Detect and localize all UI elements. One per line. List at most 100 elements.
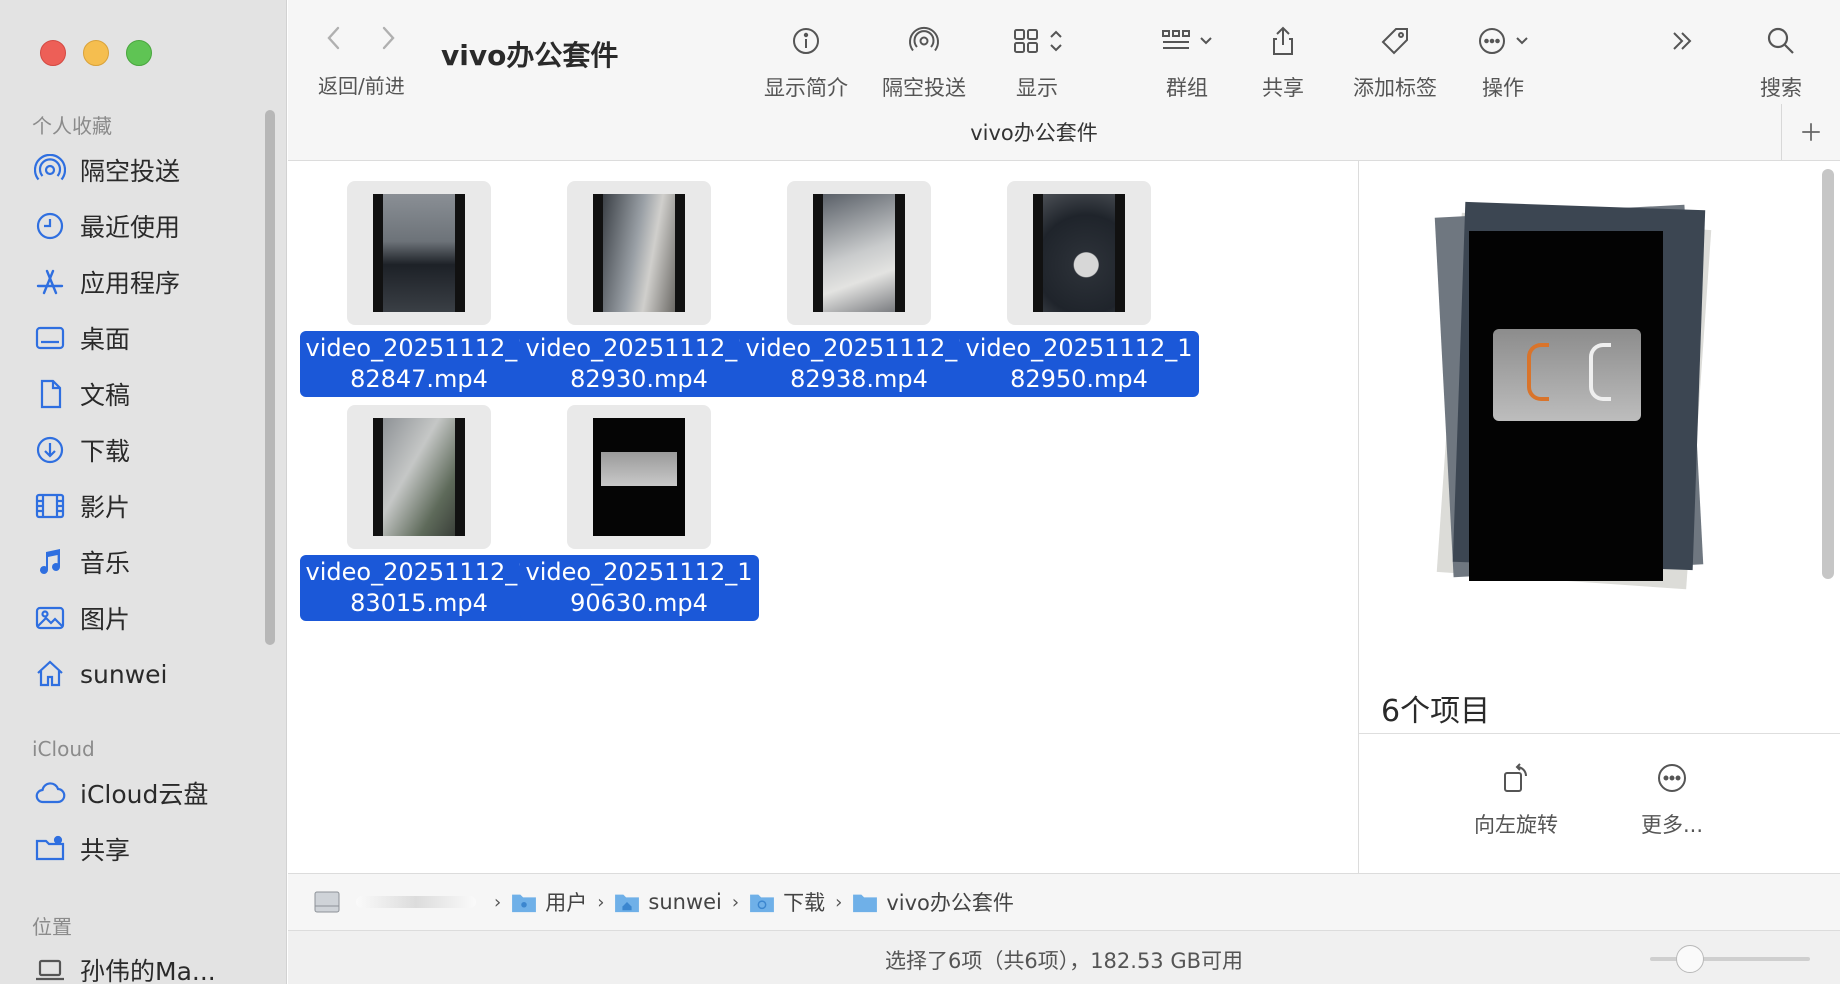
- document-icon: [40, 379, 62, 409]
- group-button[interactable]: 群组: [1160, 22, 1214, 102]
- file-item[interactable]: video_20251112_1 83015.mp4: [299, 405, 539, 621]
- folder-icon: [512, 894, 537, 913]
- zoom-button[interactable]: [126, 40, 152, 66]
- search-icon: [1767, 27, 1794, 54]
- toolbar: 返回/前进 vivo办公套件 显示简介 隔空投送 显示 群组 共享 添加标签 操…: [288, 0, 1840, 161]
- more-icon: [1479, 28, 1505, 54]
- film-icon: [35, 493, 65, 519]
- video-thumbnail: [567, 405, 711, 549]
- sidebar-item-label: 图片: [80, 605, 131, 634]
- sidebar-item-label: 文稿: [80, 381, 131, 410]
- tab-title: vivo办公套件: [970, 121, 1098, 145]
- airdrop-button[interactable]: 隔空投送: [882, 22, 966, 102]
- home-icon: [37, 660, 63, 687]
- file-item[interactable]: video_20251112_1 90630.mp4: [519, 405, 759, 621]
- sidebar-item-documents[interactable]: 文稿: [34, 374, 130, 414]
- file-item[interactable]: video_20251112_1 82930.mp4: [519, 181, 759, 397]
- shared-folder-icon: [35, 835, 65, 861]
- toolbar-overflow-button[interactable]: [1666, 22, 1698, 60]
- breadcrumb-sunwei[interactable]: sunwei: [614, 890, 722, 914]
- sidebar-item-airdrop[interactable]: 隔空投送: [34, 150, 180, 190]
- back-forward-group: 返回/前进: [318, 22, 428, 99]
- sidebar-item-applications[interactable]: 应用程序: [34, 262, 180, 302]
- more-button[interactable]: 更多...: [1641, 761, 1703, 839]
- divider: [1359, 733, 1840, 734]
- download-icon: [36, 436, 64, 464]
- file-name: video_20251112_1 90630.mp4: [519, 555, 759, 621]
- disk-icon[interactable]: [312, 887, 342, 917]
- finder-window: 个人收藏 隔空投送 最近使用 应用程序 桌面 文稿 下载 影片 音乐 图片 su…: [0, 0, 1840, 984]
- sidebar-item-movies[interactable]: 影片: [34, 486, 130, 526]
- path-bar: › 用户 › sunwei › 下载 › vivo办公套件: [288, 873, 1840, 930]
- sidebar-item-icloud-drive[interactable]: iCloud云盘: [34, 773, 208, 813]
- chevron-down-icon: [1200, 37, 1212, 45]
- cloud-icon: [35, 782, 66, 804]
- photo-icon: [35, 606, 65, 630]
- close-button[interactable]: [40, 40, 66, 66]
- disk-name-redacted: [356, 896, 476, 908]
- plus-icon: [1802, 123, 1820, 141]
- sidebar-item-recents[interactable]: 最近使用: [34, 206, 180, 246]
- video-thumbnail: [347, 405, 491, 549]
- window-title: vivo办公套件: [441, 39, 619, 72]
- sidebar-item-shared[interactable]: 共享: [34, 829, 130, 869]
- info-icon: [793, 28, 819, 54]
- airdrop-icon: [909, 26, 939, 52]
- chevron-right-icon[interactable]: [376, 22, 400, 54]
- action-button[interactable]: 操作: [1476, 22, 1530, 102]
- breadcrumb-downloads[interactable]: 下载: [749, 887, 825, 917]
- folder-icon: [853, 894, 878, 913]
- icloud-header: iCloud: [32, 737, 95, 761]
- video-thumbnail: [787, 181, 931, 325]
- file-name: video_20251112_1 83015.mp4: [299, 555, 539, 621]
- new-tab-button[interactable]: [1781, 104, 1840, 160]
- rotate-left-button[interactable]: 向左旋转: [1474, 761, 1558, 839]
- sidebar-item-label: 影片: [80, 493, 131, 522]
- item-count: 6个项目: [1381, 694, 1491, 729]
- status-bar: 选择了6项（共6项），182.53 GB可用: [288, 930, 1840, 984]
- group-icon: [1162, 30, 1190, 49]
- window-controls: [40, 40, 152, 66]
- sidebar-item-label: iCloud云盘: [80, 780, 209, 809]
- minimize-button[interactable]: [83, 40, 109, 66]
- breadcrumb-vivo-suite[interactable]: vivo办公套件: [852, 887, 1014, 917]
- music-icon: [40, 549, 60, 574]
- sidebar-item-label: 共享: [80, 836, 131, 865]
- grid-view-icon: [1014, 29, 1038, 53]
- sidebar-item-label: sunwei: [80, 659, 168, 689]
- home-folder-icon: [615, 894, 640, 913]
- sidebar-item-label: 音乐: [80, 549, 131, 578]
- sidebar-item-music[interactable]: 音乐: [34, 542, 130, 582]
- search-button[interactable]: 搜索: [1760, 22, 1802, 102]
- download-folder-icon: [750, 894, 775, 913]
- chevron-down-icon: [1516, 37, 1528, 45]
- more-icon: [1658, 764, 1687, 792]
- icon-size-slider-knob[interactable]: [1676, 945, 1704, 973]
- chevron-left-icon[interactable]: [322, 22, 346, 54]
- sidebar-item-this-mac[interactable]: 孙伟的Ma...: [34, 950, 216, 984]
- get-info-button[interactable]: 显示简介: [764, 22, 848, 102]
- double-chevron-right-icon: [1673, 32, 1692, 50]
- breadcrumb-users[interactable]: 用户: [511, 887, 587, 917]
- sidebar-item-label: 下载: [80, 437, 131, 466]
- preview-scrollbar[interactable]: [1822, 169, 1834, 579]
- video-thumbnail: [567, 181, 711, 325]
- file-item[interactable]: video_20251112_1 82950.mp4: [959, 181, 1199, 397]
- file-item[interactable]: video_20251112_1 82847.mp4: [299, 181, 539, 397]
- sidebar-item-downloads[interactable]: 下载: [34, 430, 130, 470]
- add-tag-button[interactable]: 添加标签: [1353, 22, 1437, 102]
- desktop-icon: [35, 326, 65, 350]
- tag-icon: [1381, 28, 1408, 55]
- file-grid: video_20251112_1 82847.mp4 video_20251112…: [288, 161, 1358, 873]
- favorites-header: 个人收藏: [32, 114, 112, 138]
- file-item[interactable]: video_20251112_1 82938.mp4: [739, 181, 979, 397]
- icon-size-slider[interactable]: [1650, 957, 1810, 961]
- video-thumbnail: [1007, 181, 1151, 325]
- sidebar-scrollbar[interactable]: [265, 110, 275, 645]
- sidebar-item-label: 隔空投送: [80, 157, 181, 186]
- sidebar-item-desktop[interactable]: 桌面: [34, 318, 130, 358]
- view-button[interactable]: 显示: [1010, 22, 1064, 102]
- share-button[interactable]: 共享: [1262, 22, 1304, 102]
- sidebar-item-home[interactable]: sunwei: [34, 654, 168, 694]
- sidebar-item-pictures[interactable]: 图片: [34, 598, 130, 638]
